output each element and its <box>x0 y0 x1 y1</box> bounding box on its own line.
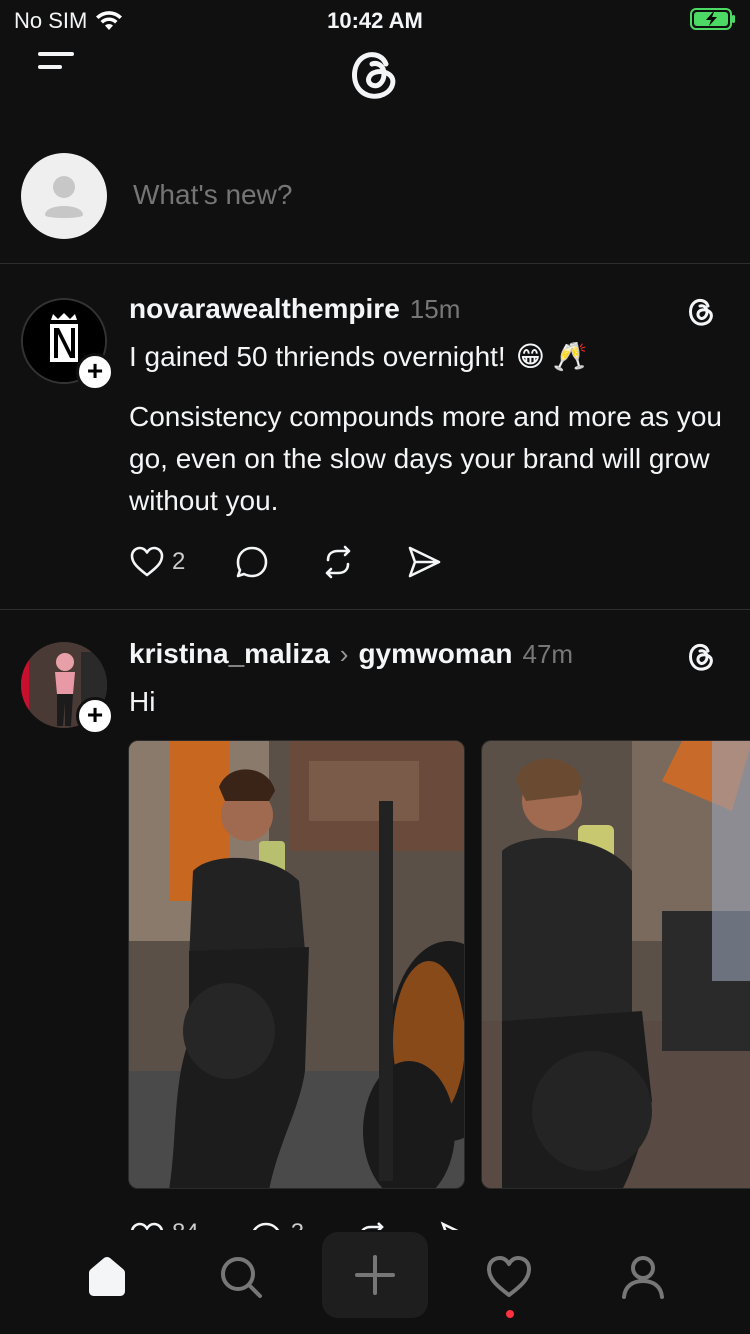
gym-selfie-photo <box>482 741 750 1188</box>
user-avatar[interactable] <box>21 153 107 239</box>
share-icon <box>409 546 441 578</box>
media-carousel[interactable] <box>128 740 750 1189</box>
activity-icon <box>487 1256 531 1297</box>
bottom-tab-bar <box>0 1230 750 1334</box>
post-header: kristina_maliza › gymwoman 47m <box>129 638 573 670</box>
repost-button[interactable] <box>319 543 357 581</box>
threads-icon[interactable] <box>684 640 718 674</box>
like-button[interactable]: 2 <box>128 543 185 581</box>
post-photo[interactable] <box>481 740 750 1189</box>
tab-profile[interactable] <box>608 1242 678 1312</box>
follow-button[interactable]: + <box>76 697 114 735</box>
battery-icon <box>690 8 735 30</box>
tab-home[interactable] <box>72 1242 142 1312</box>
emoji: 😁 🥂 <box>515 341 588 372</box>
tab-compose[interactable] <box>322 1232 428 1318</box>
follow-button[interactable]: + <box>76 353 114 391</box>
menu-button[interactable] <box>38 52 74 84</box>
clock: 10:42 AM <box>327 8 423 33</box>
whats-new-input[interactable] <box>133 179 693 211</box>
top-nav <box>0 40 750 110</box>
profile-icon <box>622 1256 664 1299</box>
headline-text: I gained 50 thriends overnight! <box>129 341 506 372</box>
tab-activity[interactable] <box>474 1242 544 1312</box>
comment-icon <box>237 546 268 578</box>
post-photo[interactable] <box>128 740 465 1189</box>
post-actions: 2 <box>128 543 491 581</box>
like-count: 2 <box>172 548 186 575</box>
gym-selfie-photo <box>129 741 464 1188</box>
community-name[interactable]: gymwoman <box>358 638 512 670</box>
post-time: 15m <box>409 294 461 324</box>
new-thread-composer[interactable] <box>0 145 750 264</box>
compose-icon <box>355 1255 395 1295</box>
search-icon <box>221 1257 262 1298</box>
username[interactable]: novarawealthempire <box>129 293 400 325</box>
post-body: Hi <box>129 686 156 717</box>
menu-bar <box>38 65 62 69</box>
heart-icon <box>130 546 164 577</box>
post-text-headline: I gained 50 thriends overnight! 😁 🥂 <box>129 336 729 378</box>
username[interactable]: kristina_maliza <box>129 638 330 670</box>
post-header: novarawealthempire 15m <box>129 293 460 325</box>
home-icon <box>89 1256 125 1296</box>
threads-icon[interactable] <box>684 295 718 329</box>
default-avatar-icon <box>45 176 83 218</box>
post-time: 47m <box>522 639 574 669</box>
threads-logo-icon[interactable] <box>342 42 406 106</box>
reply-separator: › <box>339 639 349 669</box>
repost-icon <box>326 545 351 579</box>
menu-bar <box>38 52 74 56</box>
post-body: Consistency compounds more and more as y… <box>129 401 722 516</box>
notification-dot <box>506 1310 514 1318</box>
comment-button[interactable] <box>233 543 271 581</box>
thread-post[interactable]: + novarawealthempire 15m I gained 50 thr… <box>0 265 750 610</box>
thread-post[interactable]: + kristina_maliza › gymwoman 47m Hi 84 3 <box>0 611 750 1233</box>
tab-search[interactable] <box>206 1242 276 1312</box>
status-bar: No SIM 10:42 AM <box>0 0 750 40</box>
share-button[interactable] <box>405 543 443 581</box>
